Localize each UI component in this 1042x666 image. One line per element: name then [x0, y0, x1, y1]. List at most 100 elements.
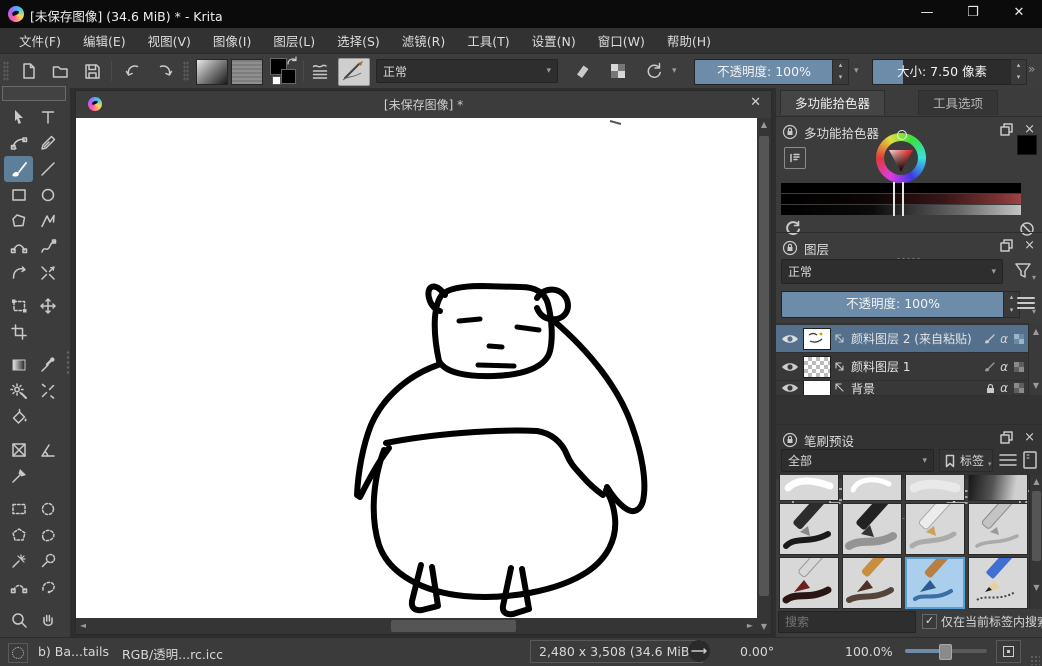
tool-color-sampler[interactable]	[33, 352, 62, 378]
tool-calligraphy[interactable]	[33, 130, 62, 156]
tool-similar-color-select[interactable]	[33, 548, 62, 574]
document-titlebar[interactable]: [未保存图像] * ✕	[76, 91, 771, 119]
preset-brush-watercolor-selected[interactable]	[905, 557, 965, 609]
scroll-up-icon[interactable]: ▲	[1029, 325, 1042, 339]
layer-row[interactable]: 颜料图层 1 α	[776, 353, 1028, 381]
color-selector-settings-button[interactable]	[784, 147, 806, 169]
menu-select[interactable]: 选择(S)	[326, 31, 391, 50]
preset-eraser-small[interactable]	[779, 475, 839, 501]
save-button[interactable]	[78, 58, 106, 84]
layer-thumbnail[interactable]	[803, 381, 831, 396]
visibility-eye-icon[interactable]	[779, 359, 801, 375]
inherit-alpha-icon[interactable]: α	[1000, 360, 1008, 374]
pattern-swatch[interactable]	[231, 59, 263, 85]
background-color[interactable]	[281, 69, 296, 84]
canvas[interactable]	[76, 118, 757, 618]
layer-name[interactable]: 背景	[847, 381, 984, 396]
layer-list-scrollbar[interactable]: ▲ ▼	[1028, 323, 1042, 395]
blending-mode-dropdown[interactable]: 正常▾	[376, 59, 558, 83]
scroll-down-icon[interactable]: ▼	[1030, 581, 1042, 595]
menu-window[interactable]: 窗口(W)	[587, 31, 656, 50]
preset-brush-maroon[interactable]	[779, 557, 839, 609]
size-spinner[interactable]: ▴▾	[1010, 59, 1027, 85]
tool-ellipse[interactable]	[33, 182, 62, 208]
menu-filter[interactable]: 滤镜(R)	[391, 31, 456, 50]
toolbar-overflow-button[interactable]: »	[1028, 62, 1035, 76]
selection-mode-button[interactable]	[8, 643, 28, 663]
preset-grid-scrollbar[interactable]: ▲ ▼	[1029, 475, 1042, 609]
tool-move[interactable]	[33, 293, 62, 319]
saturation-value-triangle[interactable]	[884, 141, 918, 175]
color-bar-saturation[interactable]	[781, 194, 1021, 204]
preset-pencil-blue[interactable]	[968, 557, 1028, 609]
menu-view[interactable]: 视图(V)	[137, 31, 202, 50]
visibility-eye-icon[interactable]	[779, 381, 801, 396]
opacity-dropdown-arrow[interactable]: ▾	[854, 66, 859, 76]
vertical-scrollbar[interactable]: ▲ ▼	[757, 118, 771, 634]
tool-measure[interactable]	[33, 437, 62, 463]
preset-marker-black[interactable]	[842, 503, 902, 555]
preset-view-menu-icon[interactable]	[998, 451, 1018, 469]
preset-pen-white[interactable]	[905, 503, 965, 555]
tool-text[interactable]	[33, 104, 62, 130]
layer-opacity-slider[interactable]: 不透明度: 100%	[781, 291, 1005, 318]
inherit-alpha-icon[interactable]: α	[1000, 381, 1008, 395]
undo-button[interactable]	[119, 58, 147, 84]
menu-settings[interactable]: 设置(N)	[521, 31, 587, 50]
alpha-lock-icon[interactable]	[1012, 332, 1026, 346]
alpha-lock-icon[interactable]	[1012, 360, 1026, 374]
menu-layer[interactable]: 图层(L)	[262, 31, 326, 50]
tab-tool-options[interactable]: 工具选项	[918, 90, 998, 115]
layer-row[interactable]: 颜料图层 2 (来自粘贴) α	[776, 325, 1028, 353]
toolbox-header[interactable]	[2, 86, 66, 101]
preset-pen-black[interactable]	[779, 503, 839, 555]
tool-polygon[interactable]	[4, 208, 33, 234]
reload-preset-button[interactable]	[640, 58, 668, 84]
rotation-angle-value[interactable]: 0.00°	[740, 644, 774, 659]
tab-advanced-color-selector[interactable]: 多功能拾色器	[780, 90, 885, 115]
preset-eraser-circle[interactable]	[842, 475, 902, 501]
menu-image[interactable]: 图像(I)	[202, 31, 262, 50]
tool-contiguous-select[interactable]	[4, 548, 33, 574]
preset-airbrush[interactable]	[968, 475, 1028, 501]
tool-pan[interactable]	[33, 607, 62, 633]
maximize-button[interactable]: ❒	[950, 0, 996, 28]
checkbox-check-icon[interactable]: ✓	[922, 614, 937, 629]
layer-lock-icon[interactable]	[984, 382, 996, 394]
document-close-icon[interactable]: ✕	[750, 95, 761, 110]
zoom-slider-thumb[interactable]	[939, 644, 952, 660]
reset-zoom-button[interactable]	[996, 640, 1021, 663]
preset-pen-silver[interactable]	[968, 503, 1028, 555]
tool-zoom[interactable]	[4, 607, 33, 633]
color-bar-value[interactable]	[781, 205, 1021, 215]
layer-filter-icon[interactable]	[1012, 260, 1034, 282]
tool-rectangle[interactable]	[4, 182, 33, 208]
scroll-up-icon[interactable]: ▲	[757, 118, 771, 132]
filter-dropdown-arrow[interactable]: ▾	[1032, 273, 1036, 282]
docker-lock-icon[interactable]	[782, 432, 798, 448]
minimize-button[interactable]: —	[904, 0, 950, 28]
close-docker-icon[interactable]: ×	[1024, 238, 1035, 253]
size-slider[interactable]: 大小: 7.50 像素	[872, 59, 1012, 85]
tool-colorize-mask[interactable]	[4, 378, 33, 404]
close-button[interactable]: ✕	[996, 0, 1042, 28]
current-preset-label[interactable]: b) Ba...tails	[38, 644, 109, 659]
tool-gradient[interactable]	[4, 352, 33, 378]
tool-line[interactable]	[33, 156, 62, 182]
layer-row[interactable]: 背景 α	[776, 381, 1028, 396]
redo-button[interactable]	[151, 58, 179, 84]
preset-eraser-soft[interactable]	[905, 475, 965, 501]
new-document-button[interactable]	[14, 58, 42, 84]
storage-icon[interactable]	[1022, 450, 1038, 470]
menu-tools[interactable]: 工具(T)	[456, 31, 520, 50]
toolbar-grip[interactable]	[183, 61, 189, 81]
layer-style-icon[interactable]	[982, 360, 996, 374]
tool-crop[interactable]	[4, 319, 33, 345]
hue-ring[interactable]	[876, 133, 926, 183]
scroll-down-icon[interactable]: ▼	[757, 620, 771, 634]
layer-thumbnail[interactable]	[803, 328, 831, 350]
open-document-button[interactable]	[46, 58, 74, 84]
layer-name[interactable]: 颜料图层 2 (来自粘贴)	[847, 330, 982, 347]
scroll-up-icon[interactable]: ▲	[1030, 475, 1042, 489]
docker-lock-icon[interactable]	[782, 240, 798, 256]
